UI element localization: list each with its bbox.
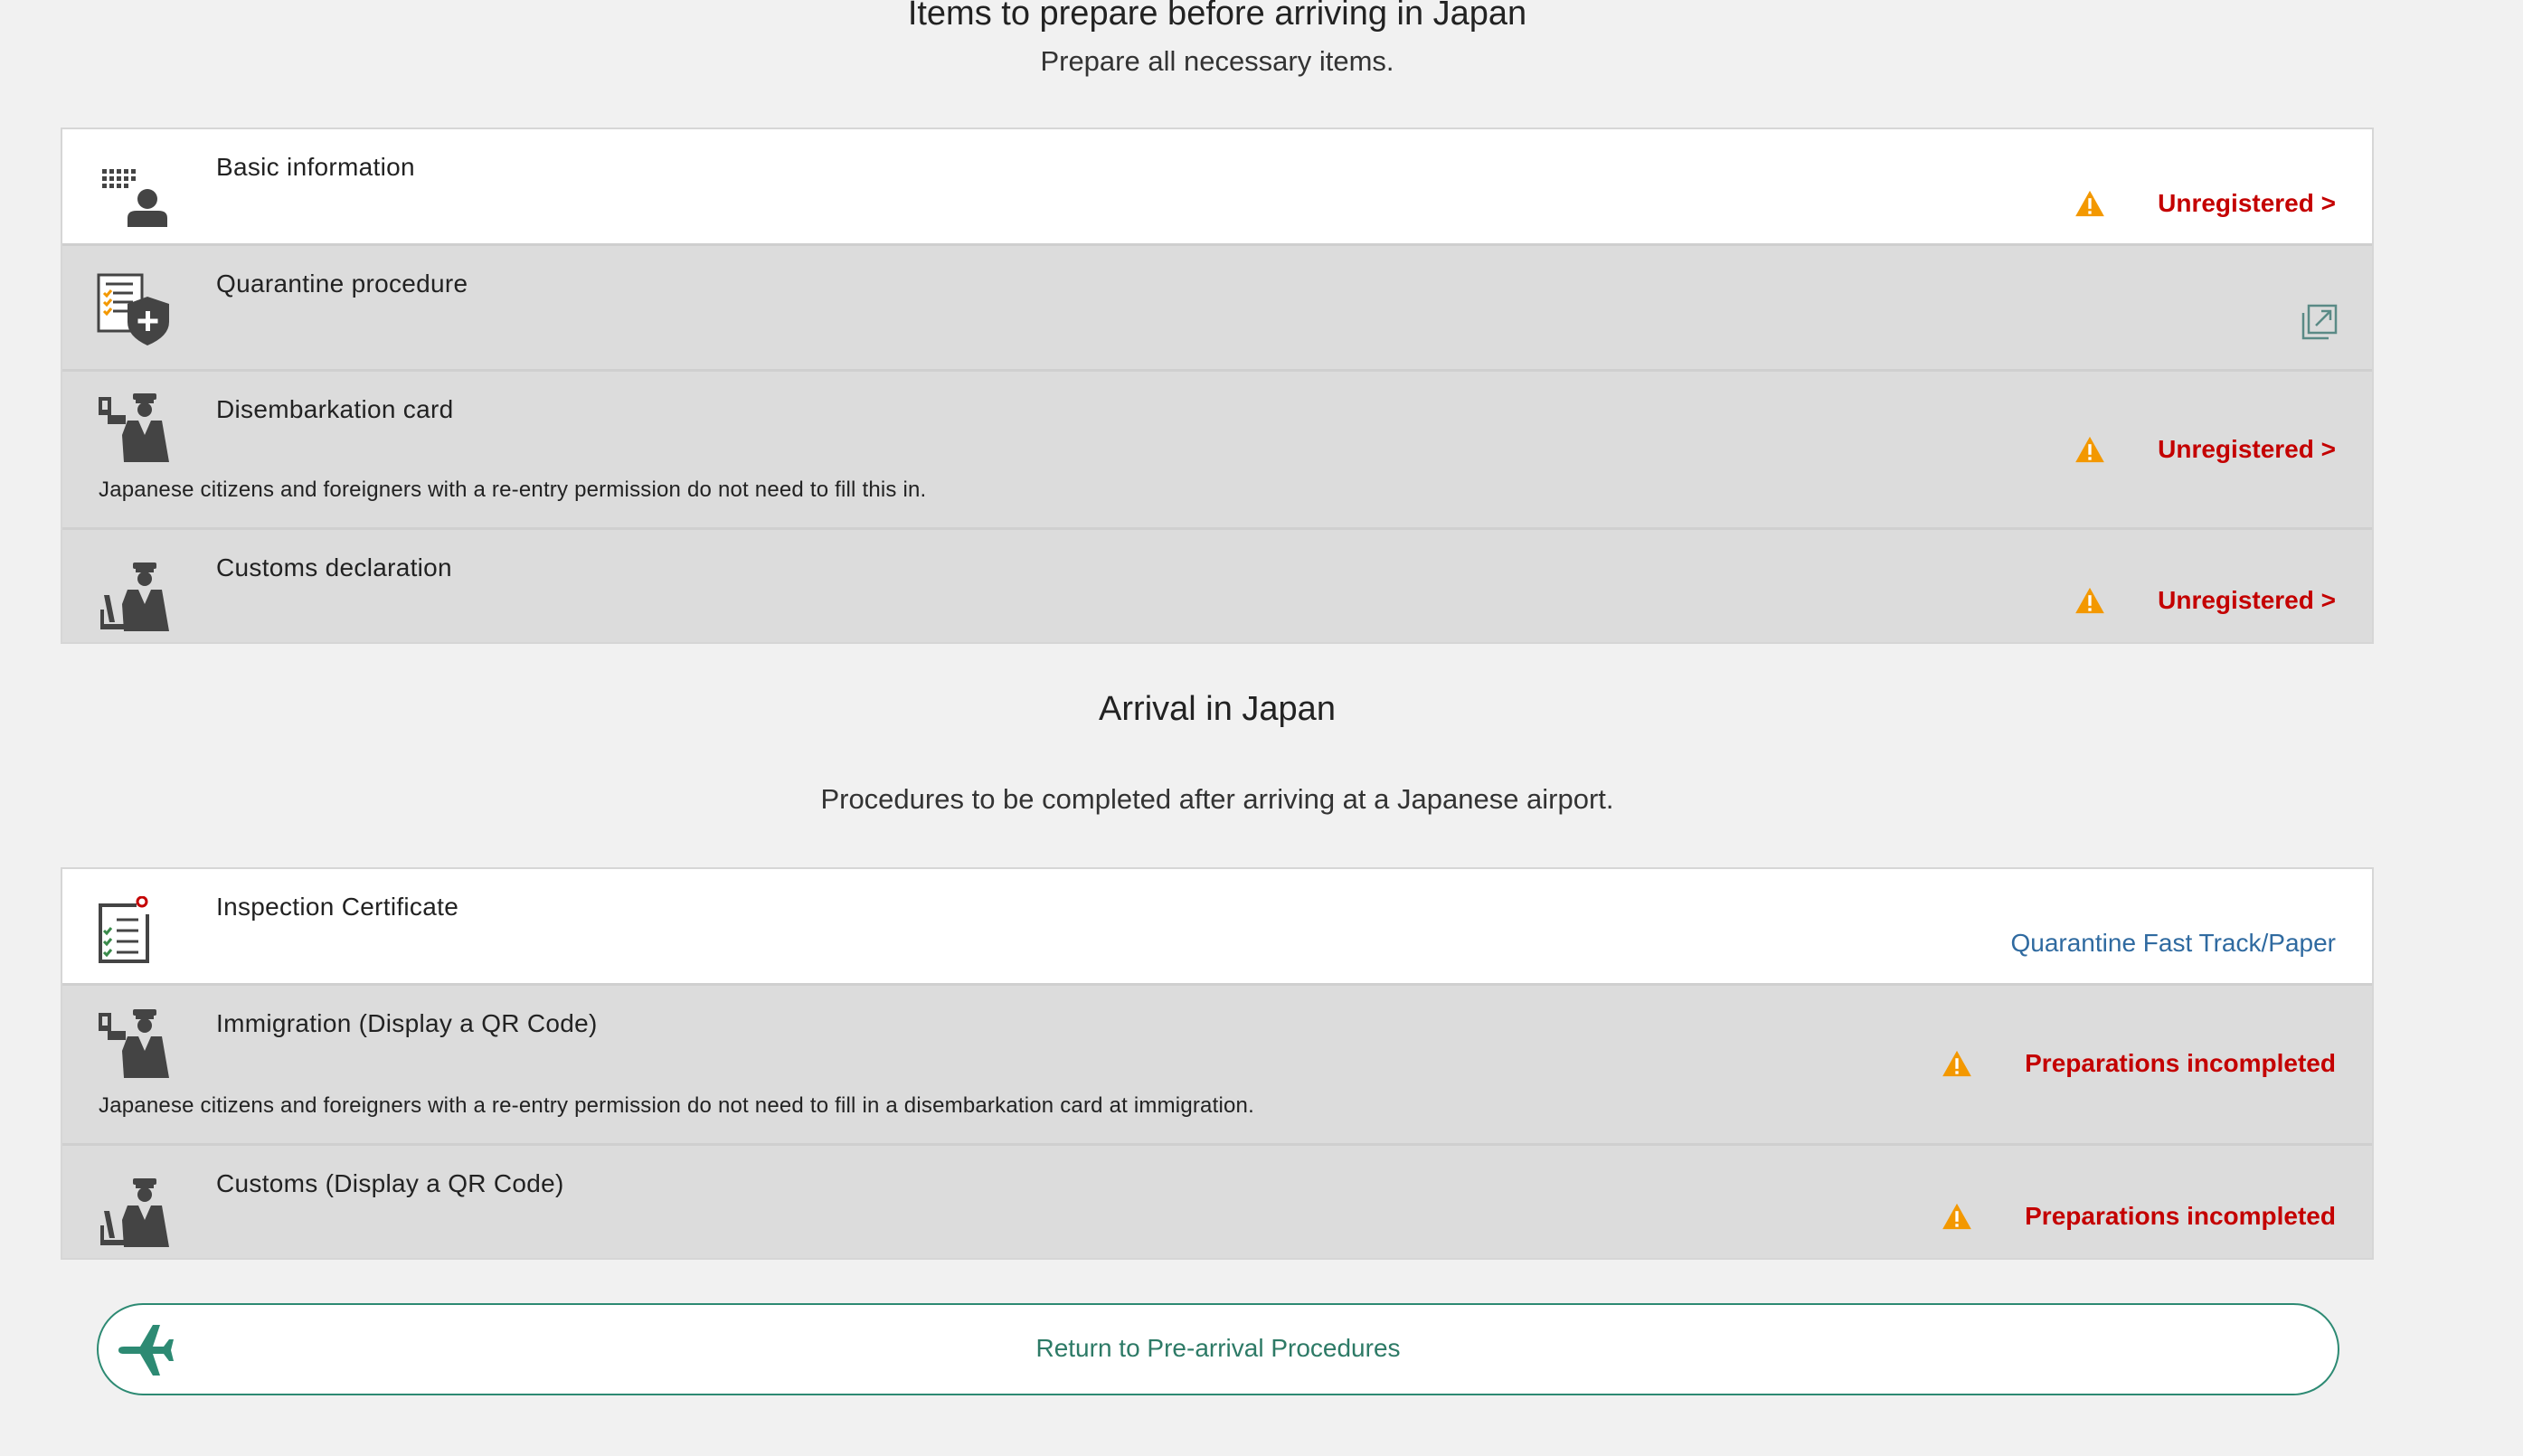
row-title: Immigration (Display a QR Code) [216,1009,598,1037]
officer-laptop-icon [97,1175,169,1247]
id-person-icon [97,155,169,227]
row-title: Basic information [216,153,415,181]
checklist-icon [97,895,169,969]
disembarkation-card-row[interactable]: Disembarkation card Unregistered > Japan… [62,372,2372,530]
quarantine-shield-icon [97,273,169,345]
status-badge[interactable]: Unregistered > [2074,189,2336,218]
status-badge[interactable]: Unregistered > [2074,586,2336,615]
row-note: Japanese citizens and foreigners with a … [99,477,927,502]
customs-declaration-row[interactable]: Customs declaration Unregistered > [62,530,2372,642]
basic-information-row[interactable]: Basic information Unregistered > [62,129,2372,246]
status-badge[interactable]: Unregistered > [2074,435,2336,464]
officer-laptop-icon [97,559,169,631]
inspection-certificate-row[interactable]: Inspection Certificate Quarantine Fast T… [62,869,2372,986]
row-title: Customs declaration [216,553,452,581]
arrival-items-panel: Inspection Certificate Quarantine Fast T… [61,867,2374,1260]
warning-icon [1942,1203,1972,1230]
warning-icon [1942,1050,1972,1077]
status-badge[interactable]: Preparations incompleted [1942,1049,2336,1078]
row-title: Quarantine procedure [216,269,468,298]
return-button-label: Return to Pre-arrival Procedures [1035,1334,1401,1362]
warning-icon [2074,190,2105,217]
arrival-section-subtitle: Procedures to be completed after arrivin… [820,783,1614,815]
external-link-icon[interactable] [2301,304,2338,345]
quarantine-fast-track-link[interactable]: Quarantine Fast Track/Paper [2010,929,2336,958]
arrival-section-title: Arrival in Japan [1099,690,1336,728]
status-badge[interactable]: Preparations incompleted [1942,1202,2336,1231]
row-note: Japanese citizens and foreigners with a … [99,1093,1254,1118]
quarantine-procedure-row[interactable]: Quarantine procedure [62,246,2372,372]
prepare-items-panel: Basic information Unregistered > Quarant… [61,128,2374,644]
prepare-section-title: Items to prepare before arriving in Japa… [907,0,1527,33]
customs-qr-row[interactable]: Customs (Display a QR Code) Preparations… [62,1146,2372,1258]
row-title: Customs (Display a QR Code) [216,1169,564,1197]
officer-passport-icon [97,390,169,462]
row-title: Disembarkation card [216,395,454,423]
warning-icon [2074,436,2105,463]
prepare-section-subtitle: Prepare all necessary items. [1040,45,1394,77]
return-to-pre-arrival-button[interactable]: Return to Pre-arrival Procedures [97,1303,2339,1395]
row-title: Inspection Certificate [216,893,459,921]
warning-icon [2074,587,2105,614]
immigration-qr-row[interactable]: Immigration (Display a QR Code) Preparat… [62,986,2372,1146]
officer-passport-icon [97,1006,169,1078]
